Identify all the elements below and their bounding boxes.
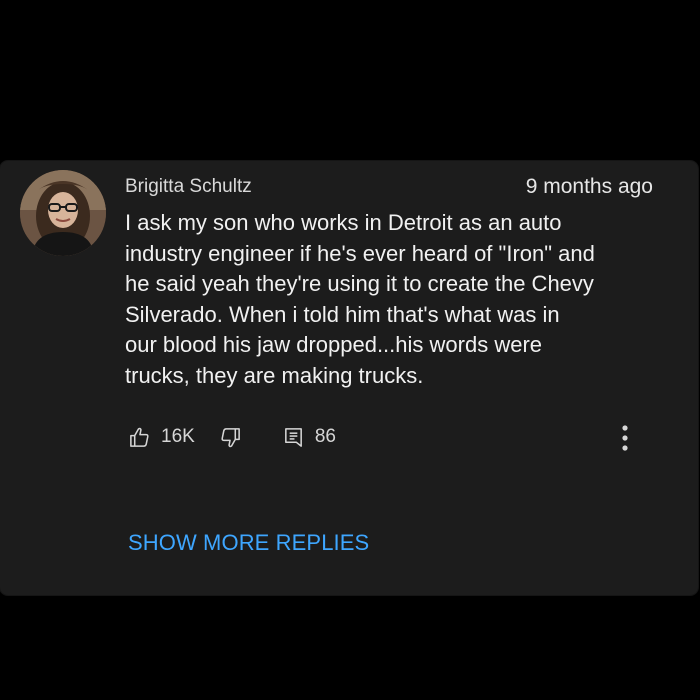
dislike-button[interactable]	[219, 426, 242, 449]
avatar-photo	[20, 170, 106, 256]
like-button[interactable]: 16K	[128, 426, 195, 449]
thumbs-down-icon	[221, 427, 240, 447]
comment-actions: 16K 86	[128, 424, 336, 450]
like-count: 16K	[161, 426, 195, 447]
comment-author[interactable]: Brigitta Schultz	[125, 176, 252, 198]
comment-text: I ask my son who works in Detroit as an …	[125, 210, 595, 388]
more-vertical-icon	[622, 425, 628, 451]
reply-count: 86	[314, 426, 336, 447]
thumbs-up-icon	[130, 427, 149, 447]
user-avatar[interactable]	[20, 170, 106, 256]
comment-card: Brigitta Schultz 9 months ago I ask my s…	[0, 161, 698, 595]
reply-button[interactable]: 86	[282, 426, 336, 449]
reply-icon	[284, 427, 302, 447]
page: Brigitta Schultz 9 months ago I ask my s…	[0, 0, 700, 700]
show-more-replies-button[interactable]: SHOW MORE REPLIES	[128, 530, 369, 556]
more-options-button[interactable]	[618, 423, 632, 453]
comment-timestamp: 9 months ago	[525, 175, 653, 198]
